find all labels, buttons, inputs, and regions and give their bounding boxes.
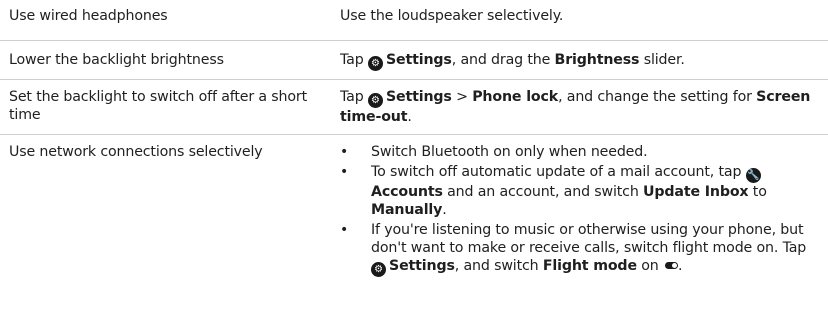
table-row: Use network connections selectively Swit… xyxy=(0,135,828,279)
bullet-list: Switch Bluetooth on only when needed. To… xyxy=(340,143,822,277)
settings-icon: ⚙ xyxy=(367,56,383,71)
table-row: Lower the backlight brightness Tap ⚙ Sett… xyxy=(0,41,828,80)
tip-cell: Lower the backlight brightness xyxy=(9,52,224,68)
list-item: To switch off automatic update of a mail… xyxy=(340,163,822,219)
how-cell: Tap ⚙ Settings > Phone lock, and change t… xyxy=(340,89,811,125)
toggle-on-icon xyxy=(665,262,679,269)
how-cell: Tap ⚙ Settings, and drag the Brightness s… xyxy=(340,52,685,71)
list-item: Switch Bluetooth on only when needed. xyxy=(340,143,822,161)
wrench-icon: 🔧 xyxy=(745,168,761,183)
how-cell: Switch Bluetooth on only when needed. To… xyxy=(340,135,828,279)
battery-tips-table: Use wired headphones Use the loudspeaker… xyxy=(0,0,828,279)
tip-cell: Set the backlight to switch off after a … xyxy=(9,89,307,123)
settings-icon: ⚙ xyxy=(367,93,383,108)
list-item: If you're listening to music or otherwis… xyxy=(340,221,822,277)
how-cell: Use the loudspeaker selectively. xyxy=(340,8,564,24)
table-row: Set the backlight to switch off after a … xyxy=(0,80,828,135)
table-row: Use wired headphones Use the loudspeaker… xyxy=(0,0,828,41)
settings-icon: ⚙ xyxy=(371,262,386,277)
tip-cell: Use network connections selectively xyxy=(9,144,263,160)
tip-cell: Use wired headphones xyxy=(9,8,168,24)
